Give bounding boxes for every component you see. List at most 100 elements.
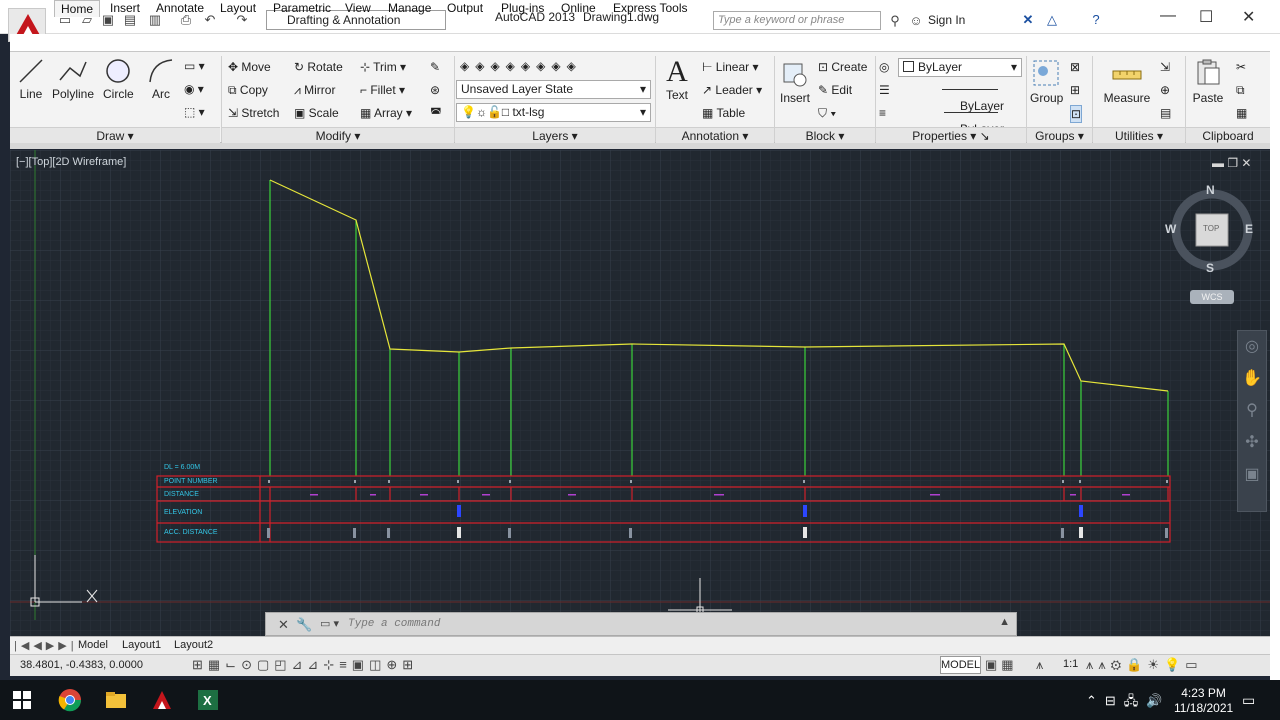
copy-clip-icon[interactable]: ⧉ bbox=[1236, 82, 1245, 98]
group-edit-icon[interactable]: ⊞ bbox=[1070, 82, 1080, 98]
viewport-label[interactable]: [−][Top][2D Wireframe] bbox=[16, 156, 126, 168]
tab-express-tools[interactable]: Express Tools bbox=[613, 0, 687, 17]
utilities-panel-title[interactable]: Utilities ▾ bbox=[1093, 127, 1185, 143]
calculator-icon[interactable]: ▤ bbox=[1160, 105, 1171, 121]
layout-tab-layout1[interactable]: Layout1 bbox=[122, 639, 161, 651]
match-properties-icon[interactable]: ◎ bbox=[879, 59, 889, 75]
sign-in-button[interactable]: Sign In bbox=[928, 13, 965, 27]
workspace-tools-icons[interactable]: ⩚⩚⚙🔒☀💡▭ bbox=[1086, 657, 1203, 673]
compass-n[interactable]: N bbox=[1206, 183, 1215, 197]
viewcube-top[interactable]: TOP bbox=[1203, 224, 1219, 233]
linear-tool[interactable]: ⊢ Linear ▾ bbox=[702, 59, 759, 75]
steering-wheel-icon[interactable]: ◎ bbox=[1238, 331, 1266, 363]
circle-tool[interactable]: Circle bbox=[103, 58, 134, 101]
properties-panel-title[interactable]: Properties ▾ ↘ bbox=[876, 127, 1026, 143]
close-icon[interactable]: ✕ bbox=[1242, 7, 1255, 27]
layer-tools-icons[interactable]: ◈◈◈◈◈◈◈◈ bbox=[460, 58, 582, 74]
drawing-canvas[interactable] bbox=[10, 150, 1270, 636]
group-select-icon[interactable]: ⊡ bbox=[1070, 105, 1083, 123]
showmotion-icon[interactable]: ▣ bbox=[1238, 459, 1266, 491]
notifications-icon[interactable]: ▭ bbox=[1242, 692, 1255, 709]
hatch-icon[interactable]: ◉ ▾ bbox=[184, 81, 204, 97]
pan-icon[interactable]: ✋ bbox=[1238, 363, 1266, 395]
array-tool[interactable]: ▦ Array ▾ bbox=[360, 105, 412, 121]
erase-icon[interactable]: ✎ bbox=[430, 59, 440, 75]
explode-icon[interactable]: ⊛ bbox=[430, 82, 440, 98]
layout-tab-model[interactable]: Model bbox=[78, 639, 108, 651]
mirror-tool[interactable]: ⩘ Mirror bbox=[294, 82, 335, 98]
taskbar-clock[interactable]: 4:23 PM 11/18/2021 bbox=[1174, 686, 1233, 716]
model-space-button[interactable]: MODEL bbox=[940, 656, 981, 674]
wrench-icon[interactable]: 🔧 bbox=[296, 617, 312, 633]
tab-view[interactable]: View bbox=[345, 0, 371, 17]
layers-panel-title[interactable]: Layers ▾ bbox=[455, 127, 655, 143]
create-block-tool[interactable]: ⊡ Create bbox=[818, 59, 867, 75]
exchange-icon[interactable]: ✕ bbox=[1020, 12, 1036, 28]
draw-panel-title[interactable]: Draw ▾ bbox=[10, 127, 220, 143]
edit-block-tool[interactable]: ✎ Edit bbox=[818, 82, 852, 98]
groups-panel-title[interactable]: Groups ▾ bbox=[1027, 127, 1092, 143]
linetype-dropdown[interactable]: ByLayer bbox=[898, 81, 1022, 113]
offset-icon[interactable]: ◚ bbox=[430, 105, 442, 121]
text-tool[interactable]: A Text bbox=[662, 56, 692, 103]
zoom-icon[interactable]: ⚲ bbox=[1238, 395, 1266, 427]
binoculars-icon[interactable]: ⚲ bbox=[887, 13, 903, 29]
arc-tool[interactable]: Arc bbox=[148, 58, 174, 101]
maximize-icon[interactable]: ☐ bbox=[1199, 7, 1213, 27]
group-tool[interactable]: Group bbox=[1030, 58, 1063, 105]
close-cmd-icon[interactable]: ✕ bbox=[278, 617, 289, 633]
tab-parametric[interactable]: Parametric bbox=[273, 0, 331, 17]
color-dropdown[interactable]: ByLayer ▾ bbox=[898, 58, 1022, 77]
viewport-controls[interactable]: ▬ ❐ ✕ bbox=[1212, 156, 1251, 170]
tab-annotate[interactable]: Annotate bbox=[156, 0, 204, 17]
lineweight-dropdown[interactable]: ByLayer bbox=[898, 104, 1022, 136]
command-expand-icon[interactable]: ▲ bbox=[999, 616, 1010, 628]
table-tool[interactable]: ▦ Table bbox=[702, 105, 745, 121]
help-icon[interactable]: ? bbox=[1088, 12, 1104, 28]
rectangle-icon[interactable]: ▭ ▾ bbox=[184, 58, 205, 74]
file-explorer-icon[interactable] bbox=[104, 688, 128, 712]
triangle-icon[interactable]: △ bbox=[1044, 12, 1060, 28]
tab-insert[interactable]: Insert bbox=[110, 0, 140, 17]
polyline-tool[interactable]: Polyline bbox=[52, 58, 94, 101]
paste-tool[interactable]: Paste bbox=[1190, 58, 1226, 105]
excel-icon[interactable]: X bbox=[196, 688, 220, 712]
wcs-menu[interactable]: WCS bbox=[1190, 290, 1234, 304]
fillet-tool[interactable]: ⌐ Fillet ▾ bbox=[360, 82, 405, 98]
system-tray-icons[interactable]: ⌃⊟🖧🔊 bbox=[1086, 692, 1170, 714]
insert-block-tool[interactable]: Insert bbox=[778, 58, 812, 105]
tab-home[interactable]: Home bbox=[54, 0, 101, 17]
layout-tab-layout2[interactable]: Layout2 bbox=[174, 639, 213, 651]
orbit-icon[interactable]: ✣ bbox=[1238, 427, 1266, 459]
measure-tool[interactable]: Measure bbox=[1102, 60, 1152, 105]
compass-s[interactable]: S bbox=[1206, 261, 1214, 275]
annotation-scale[interactable]: 1:1 bbox=[1063, 658, 1078, 670]
annotation-scale-icon[interactable]: ⩚ bbox=[1036, 657, 1043, 673]
rotate-tool[interactable]: ↻ Rotate bbox=[294, 59, 343, 75]
ungroup-icon[interactable]: ⊠ bbox=[1070, 59, 1080, 75]
autocad-taskbar-icon[interactable] bbox=[150, 688, 174, 712]
move-tool[interactable]: ✥ Move bbox=[228, 59, 271, 75]
line-tool[interactable]: Line bbox=[18, 58, 44, 101]
command-input[interactable]: Type a command bbox=[348, 618, 440, 630]
navigation-bar[interactable]: ◎ ✋ ⚲ ✣ ▣ bbox=[1237, 330, 1267, 512]
layer-dropdown[interactable]: 💡☼🔓□ txt-lsg ▾ bbox=[456, 103, 651, 122]
match-icon[interactable]: ▦ bbox=[1236, 105, 1247, 121]
chrome-icon[interactable] bbox=[58, 688, 82, 712]
copy-tool[interactable]: ⧉ Copy bbox=[228, 82, 268, 98]
modify-panel-title[interactable]: Modify ▾ bbox=[222, 127, 454, 143]
annotation-panel-title[interactable]: Annotation ▾ bbox=[656, 127, 774, 143]
minimize-icon[interactable]: — bbox=[1160, 7, 1176, 25]
leader-tool[interactable]: ↗ Leader ▾ bbox=[702, 82, 762, 98]
id-point-icon[interactable]: ⊕ bbox=[1160, 82, 1170, 98]
clipboard-panel-title[interactable]: Clipboard bbox=[1186, 127, 1270, 143]
compass-e[interactable]: E bbox=[1245, 222, 1253, 236]
tab-manage[interactable]: Manage bbox=[388, 0, 431, 17]
boundary-icon[interactable]: ⬚ ▾ bbox=[184, 104, 205, 120]
command-prompt-icon[interactable]: ▭ ▾ bbox=[320, 617, 339, 630]
tab-layout[interactable]: Layout bbox=[220, 0, 256, 17]
quick-select-icon[interactable]: ⇲ bbox=[1160, 59, 1170, 75]
compass-w[interactable]: W bbox=[1165, 222, 1176, 236]
drafting-toggles-icons[interactable]: ⊞▦⌙⊙▢◰⊿⊿⊹≡▣◫⊕⊞ bbox=[192, 657, 418, 673]
search-input[interactable]: Type a keyword or phrase bbox=[713, 11, 881, 30]
